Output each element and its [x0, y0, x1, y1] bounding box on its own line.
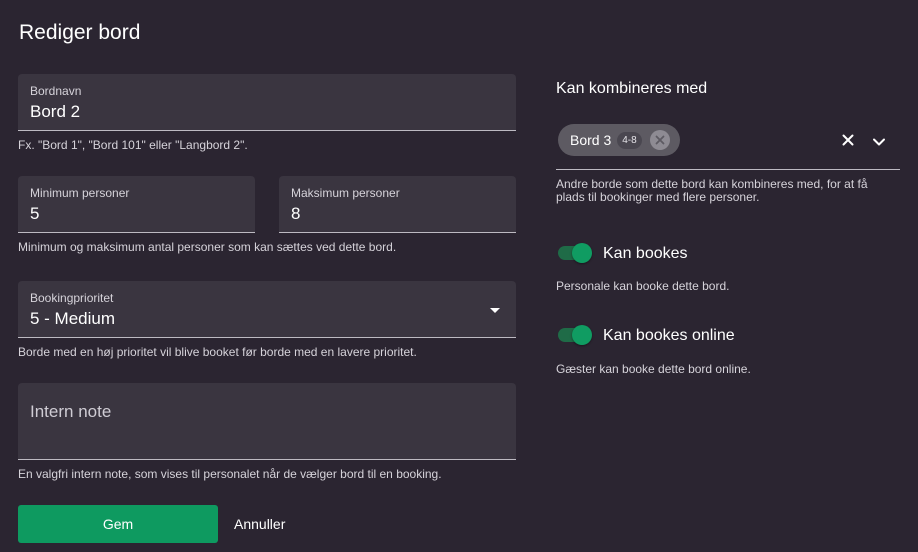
- combine-select[interactable]: Bord 3 4-8: [556, 118, 900, 170]
- chip-badge: 4-8: [617, 131, 642, 149]
- table-name-helper: Fx. "Bord 1", "Bord 101" eller "Langbord…: [18, 138, 248, 152]
- min-persons-field[interactable]: Minimum personer 5: [18, 176, 255, 233]
- save-button[interactable]: Gem: [18, 505, 218, 543]
- combine-helper-line2: plads til bookinger med flere personer.: [556, 190, 760, 204]
- chevron-down-icon[interactable]: [872, 134, 886, 152]
- combine-helper: Andre borde som dette bord kan kombinere…: [556, 178, 868, 204]
- priority-helper: Borde med en høj prioritet vil blive boo…: [18, 345, 417, 359]
- combine-chip: Bord 3 4-8: [558, 124, 680, 156]
- bookable-helper: Personale kan booke dette bord.: [556, 279, 730, 293]
- bookable-label: Kan bookes: [603, 245, 688, 262]
- bookable-toggle[interactable]: [556, 243, 592, 263]
- note-textarea[interactable]: Intern note: [18, 383, 516, 460]
- priority-label: Bookingprioritet: [30, 291, 114, 305]
- page-title: Rediger bord: [19, 21, 141, 44]
- max-persons-input[interactable]: 8: [291, 204, 300, 224]
- min-persons-label: Minimum personer: [30, 186, 130, 200]
- combine-title: Kan kombineres med: [556, 80, 708, 97]
- max-persons-field[interactable]: Maksimum personer 8: [279, 176, 516, 233]
- close-icon[interactable]: [842, 133, 854, 151]
- priority-select[interactable]: Bookingprioritet 5 - Medium: [18, 281, 516, 338]
- min-persons-input[interactable]: 5: [30, 204, 39, 224]
- bookable-online-helper: Gæster kan booke dette bord online.: [556, 362, 751, 376]
- cancel-button[interactable]: Annuller: [234, 516, 285, 532]
- persons-helper: Minimum og maksimum antal personer som k…: [18, 240, 397, 254]
- table-name-label: Bordnavn: [30, 84, 82, 98]
- bookable-online-toggle[interactable]: [556, 325, 592, 345]
- bookable-toggle-thumb: [572, 243, 592, 263]
- circle-x-icon[interactable]: [649, 130, 670, 150]
- note-placeholder: Intern note: [30, 402, 112, 421]
- bookable-online-label: Kan bookes online: [603, 327, 735, 344]
- triangle-down-icon: [490, 308, 500, 313]
- table-name-field[interactable]: Bordnavn Bord 2: [18, 74, 516, 131]
- chip-label: Bord 3: [570, 132, 612, 148]
- table-name-input[interactable]: Bord 2: [30, 102, 80, 122]
- note-helper: En valgfri intern note, som vises til pe…: [18, 467, 442, 481]
- priority-value: 5 - Medium: [30, 309, 116, 328]
- max-persons-label: Maksimum personer: [291, 186, 400, 200]
- bookable-online-toggle-thumb: [572, 325, 592, 345]
